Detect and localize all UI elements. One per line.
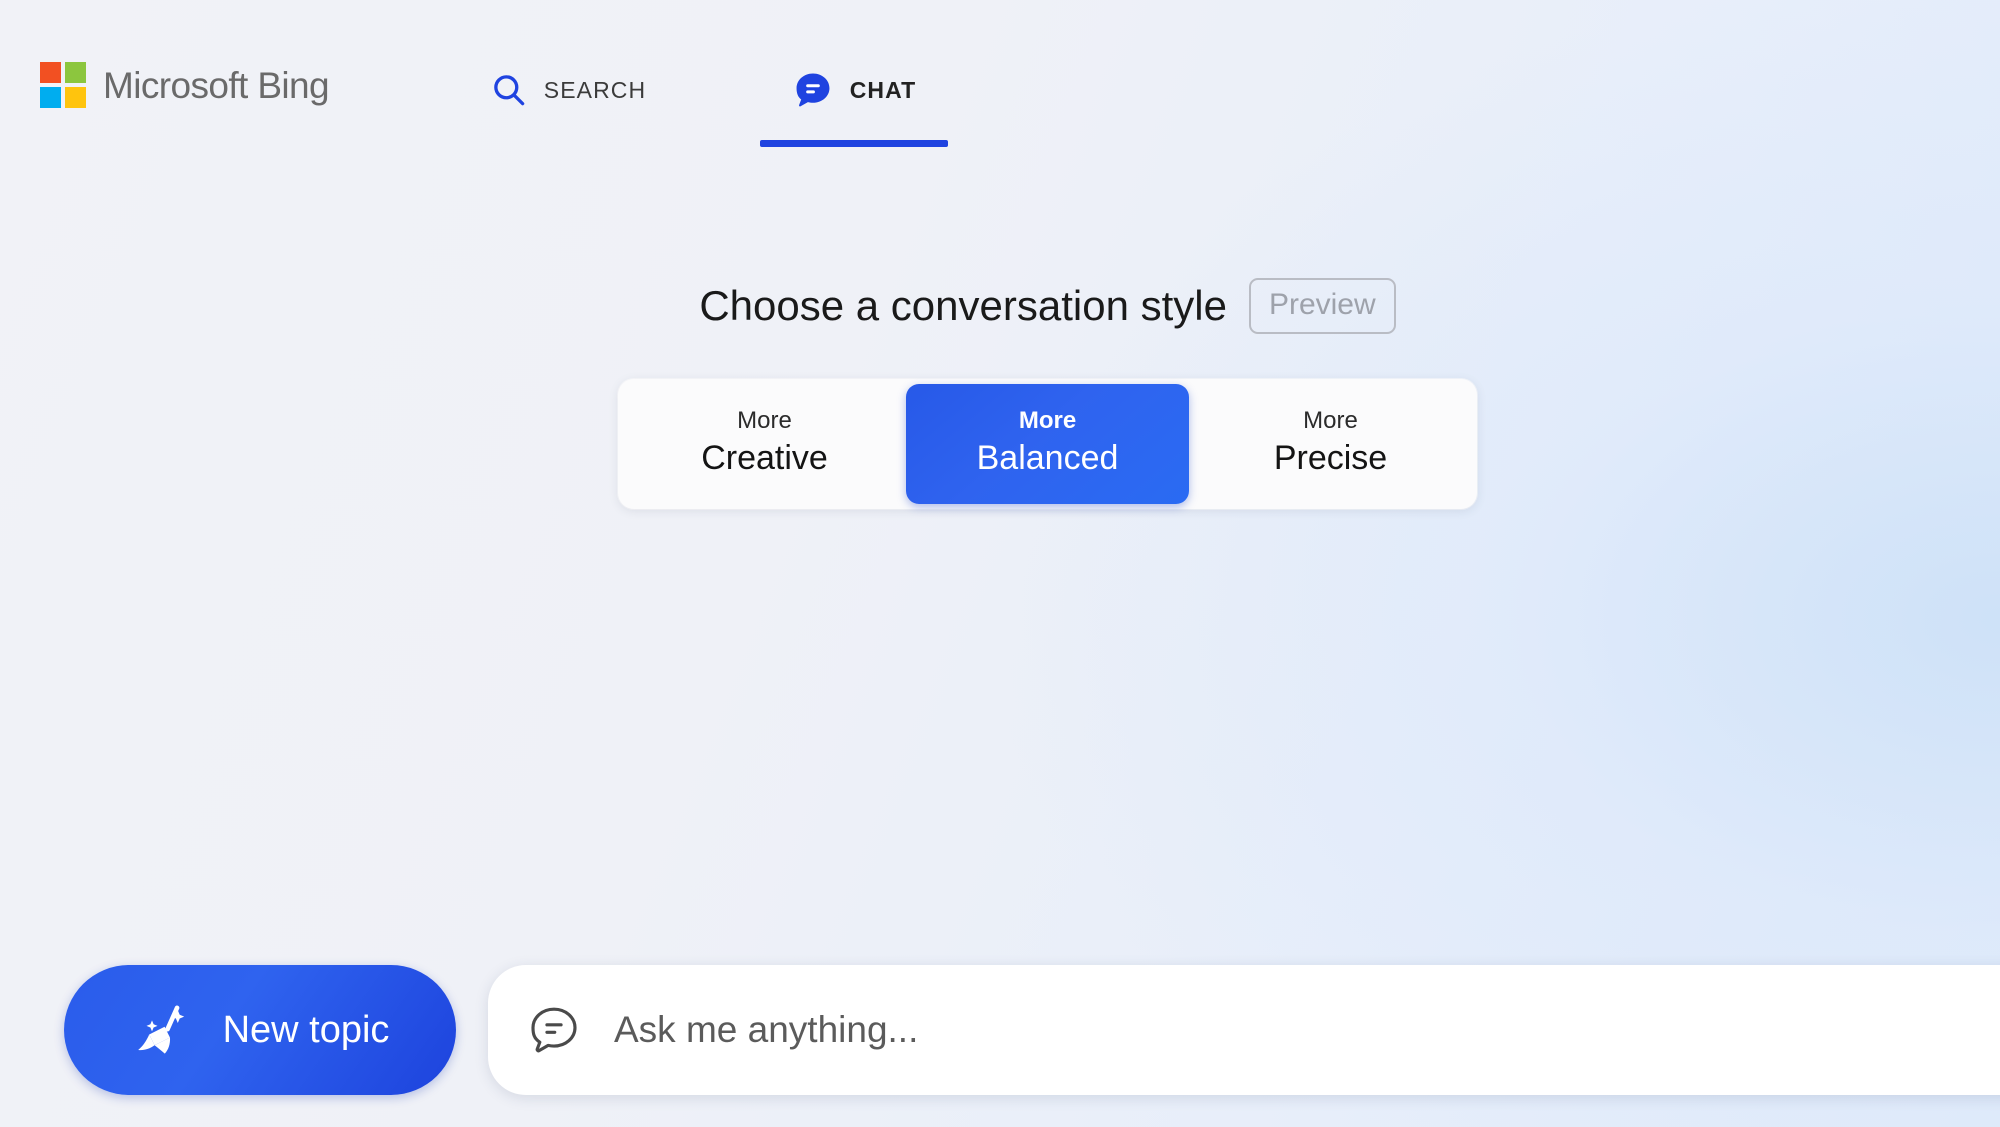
chat-bubble-icon — [792, 69, 834, 111]
nav-tabs: SEARCH CHAT — [470, 66, 952, 147]
style-option-precise-prefix: More — [1303, 407, 1358, 435]
tab-chat-underline — [760, 140, 948, 147]
search-icon — [490, 71, 528, 109]
style-option-balanced-label: Balanced — [976, 439, 1119, 478]
conversation-style-options: More Creative More Balanced More Precise — [618, 379, 1477, 509]
chat-input-bar[interactable] — [488, 965, 2000, 1095]
brand-name: Microsoft Bing — [103, 64, 330, 106]
microsoft-bing-logo[interactable]: Microsoft Bing — [40, 62, 330, 108]
page-header: Microsoft Bing SEARCH CHAT — [0, 0, 2000, 165]
tab-search[interactable]: SEARCH — [470, 66, 666, 147]
new-topic-button[interactable]: New topic — [64, 965, 456, 1095]
tab-search-label: SEARCH — [543, 76, 647, 103]
style-option-balanced-prefix: More — [1018, 407, 1077, 435]
style-option-balanced[interactable]: More Balanced — [906, 384, 1189, 504]
chat-bubble-outline-icon — [526, 1002, 582, 1058]
style-option-creative-prefix: More — [737, 407, 792, 435]
bing-chat-page: Microsoft Bing SEARCH CHAT Choose a conv… — [0, 0, 2000, 1127]
new-topic-label: New topic — [222, 1009, 390, 1051]
microsoft-logo-icon — [40, 62, 86, 108]
tab-chat[interactable]: CHAT — [756, 66, 952, 147]
chat-input[interactable] — [614, 1000, 2000, 1060]
style-option-creative[interactable]: More Creative — [623, 384, 906, 504]
style-option-creative-label: Creative — [701, 439, 828, 478]
style-option-precise[interactable]: More Precise — [1189, 384, 1472, 504]
conversation-style-heading: Choose a conversation style Preview — [699, 278, 1396, 334]
preview-badge: Preview — [1248, 278, 1396, 334]
page-title: Choose a conversation style — [699, 282, 1227, 329]
conversation-style-panel: Choose a conversation style Preview More… — [0, 278, 2000, 509]
style-option-precise-label: Precise — [1273, 439, 1388, 478]
broom-sparkle-icon — [131, 998, 195, 1062]
tab-chat-label: CHAT — [849, 76, 917, 103]
